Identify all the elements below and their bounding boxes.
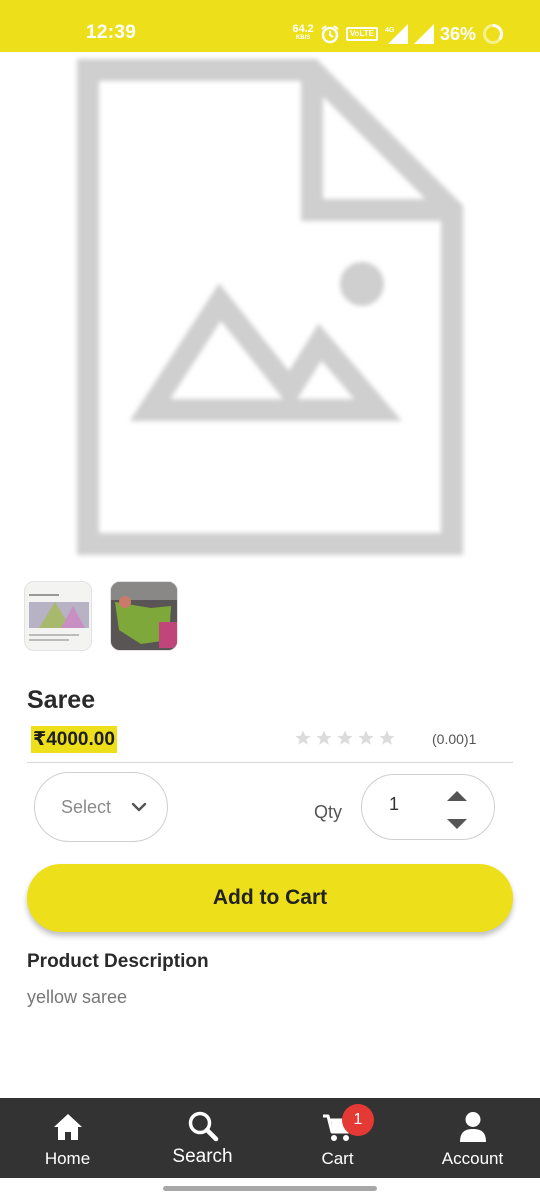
description-text: yellow saree bbox=[27, 987, 128, 1007]
saree-thumbnail-1[interactable] bbox=[24, 581, 92, 651]
select-label: Select bbox=[61, 796, 112, 817]
chevron-down-icon bbox=[131, 802, 147, 812]
variant-select[interactable]: Select bbox=[34, 772, 168, 842]
home-icon bbox=[53, 1114, 82, 1140]
nav-home-label: Home bbox=[44, 1149, 91, 1168]
nav-home[interactable]: Home bbox=[0, 1098, 135, 1178]
signal-4g-icon: 4G bbox=[384, 24, 408, 44]
battery-percent: 36% bbox=[439, 23, 476, 44]
qty-value: 1 bbox=[389, 794, 400, 814]
volte-icon: VoLTE bbox=[345, 27, 378, 41]
signal-icon bbox=[413, 24, 434, 44]
star-icon bbox=[358, 730, 374, 745]
quantity-stepper[interactable]: 1 bbox=[361, 774, 495, 840]
add-to-cart-button[interactable]: Add to Cart bbox=[27, 864, 513, 932]
rating-text: (0.00)1 bbox=[432, 731, 477, 747]
account-icon bbox=[459, 1112, 486, 1142]
image-placeholder-icon bbox=[77, 59, 463, 555]
increment-arrow-icon[interactable] bbox=[446, 790, 468, 802]
nav-cart[interactable]: 1 Cart bbox=[270, 1098, 405, 1178]
nav-account-label: Account bbox=[441, 1149, 504, 1168]
nav-search[interactable]: Search bbox=[135, 1098, 270, 1178]
divider bbox=[27, 762, 513, 763]
rating-stars bbox=[294, 729, 396, 747]
thumbnail-strip bbox=[0, 575, 540, 655]
bottom-nav: Home Search 1 Cart Account bbox=[0, 1098, 540, 1178]
network-speed-unit: KB/S bbox=[295, 35, 311, 41]
alarm-icon bbox=[320, 24, 340, 44]
status-bar: 12:39 64.2 KB/S VoLTE 4G 36% bbox=[0, 0, 540, 52]
description-title: Product Description bbox=[27, 951, 209, 972]
product-title: Saree bbox=[27, 686, 96, 714]
search-icon bbox=[188, 1111, 218, 1142]
gesture-bar[interactable] bbox=[163, 1186, 377, 1191]
qty-label: Qty bbox=[314, 802, 343, 822]
network-speed-value: 64.2 bbox=[292, 23, 314, 35]
gesture-area bbox=[0, 1178, 540, 1200]
star-icon bbox=[337, 730, 353, 745]
decrement-arrow-icon[interactable] bbox=[446, 818, 468, 830]
status-icons: 64.2 KB/S VoLTE 4G 36% bbox=[292, 20, 504, 48]
battery-icon bbox=[482, 23, 504, 45]
star-icon bbox=[316, 730, 332, 745]
nav-cart-label: Cart bbox=[321, 1149, 354, 1168]
nav-account[interactable]: Account bbox=[405, 1098, 540, 1178]
saree-thumbnail-2[interactable] bbox=[110, 581, 178, 651]
svg-text:4G: 4G bbox=[385, 27, 395, 34]
nav-search-label: Search bbox=[172, 1146, 233, 1167]
network-speed: 64.2 KB/S bbox=[292, 23, 314, 43]
star-icon bbox=[295, 730, 311, 745]
cart-badge: 1 bbox=[342, 1104, 374, 1136]
star-icon bbox=[379, 730, 395, 745]
product-price: ₹4000.00 bbox=[31, 726, 117, 753]
product-main-image[interactable] bbox=[60, 52, 480, 562]
status-time: 12:39 bbox=[86, 22, 137, 43]
